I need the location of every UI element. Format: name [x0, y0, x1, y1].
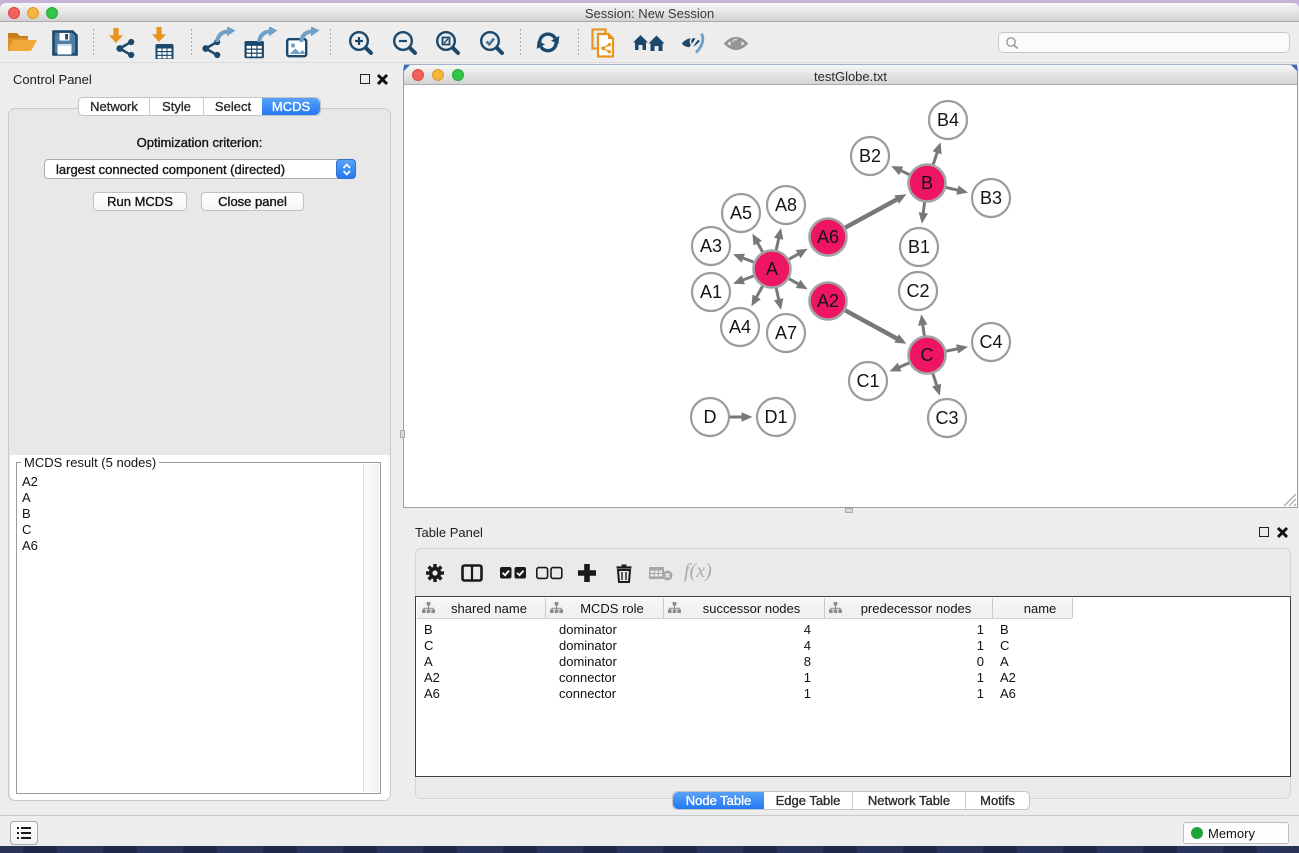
- svg-text:B1: B1: [908, 237, 930, 257]
- svg-text:B3: B3: [980, 188, 1002, 208]
- svg-text:A: A: [766, 259, 778, 279]
- svg-text:A5: A5: [730, 203, 752, 223]
- svg-text:A4: A4: [729, 317, 751, 337]
- svg-text:A7: A7: [775, 323, 797, 343]
- svg-text:B: B: [921, 173, 933, 193]
- svg-text:C: C: [921, 345, 934, 365]
- svg-text:C4: C4: [979, 332, 1002, 352]
- svg-text:A2: A2: [817, 291, 839, 311]
- svg-text:D1: D1: [764, 407, 787, 427]
- svg-text:B4: B4: [937, 110, 959, 130]
- svg-text:D: D: [704, 407, 717, 427]
- svg-text:C3: C3: [935, 408, 958, 428]
- svg-text:A3: A3: [700, 236, 722, 256]
- svg-text:B2: B2: [859, 146, 881, 166]
- svg-text:C2: C2: [906, 281, 929, 301]
- svg-text:A6: A6: [817, 227, 839, 247]
- svg-text:A8: A8: [775, 195, 797, 215]
- svg-text:C1: C1: [856, 371, 879, 391]
- svg-text:A1: A1: [700, 282, 722, 302]
